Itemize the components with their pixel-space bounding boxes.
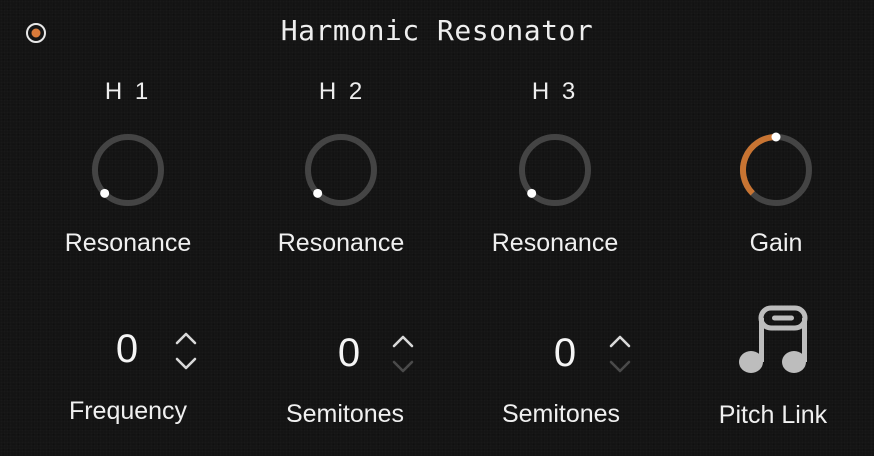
harmonic-2-semitones-value[interactable]: 0 — [329, 331, 369, 376]
harmonic-3-semitones-stepper[interactable] — [606, 331, 634, 377]
knob-indicator-dot — [313, 188, 323, 198]
harmonic-1-frequency-label: Frequency — [68, 397, 188, 425]
harmonic-2-resonance-label: Resonance — [277, 229, 405, 257]
music-notes-link-icon[interactable] — [736, 305, 812, 377]
harmonic-2-heading: H 2 — [318, 78, 366, 105]
chevron-up-icon — [609, 335, 631, 348]
harmonic-3-semitones-label: Semitones — [501, 400, 621, 428]
harmonic-2-resonance-knob[interactable] — [301, 130, 381, 210]
gain-knob[interactable] — [736, 130, 816, 210]
harmonic-1-resonance-label: Resonance — [64, 229, 192, 257]
harmonic-1-frequency-stepper[interactable] — [172, 328, 200, 374]
harmonic-3-semitones-value[interactable]: 0 — [545, 331, 585, 376]
chevron-down-icon — [392, 360, 414, 373]
harmonic-1-frequency-value[interactable]: 0 — [107, 327, 147, 372]
knob-value-arc — [740, 134, 777, 196]
knob-indicator-dot — [771, 132, 781, 142]
harmonic-2-semitones-label: Semitones — [285, 400, 405, 428]
pitch-link-label: Pitch Link — [718, 401, 828, 429]
harmonic-3-heading: H 3 — [531, 78, 579, 105]
harmonic-1-resonance-knob[interactable] — [88, 130, 168, 210]
chevron-up-icon — [175, 332, 197, 345]
harmonic-3-resonance-knob[interactable] — [515, 130, 595, 210]
chevron-down-icon — [609, 360, 631, 373]
harmonic-3-resonance-label: Resonance — [491, 229, 619, 257]
gain-label: Gain — [749, 229, 803, 257]
harmonic-1-heading: H 1 — [104, 78, 152, 105]
harmonic-2-semitones-stepper[interactable] — [389, 331, 417, 377]
chevron-up-icon — [392, 335, 414, 348]
chevron-down-icon — [175, 357, 197, 370]
knob-indicator-dot — [100, 188, 110, 198]
plugin-title: Harmonic Resonator — [280, 14, 594, 47]
knob-indicator-dot — [527, 188, 537, 198]
